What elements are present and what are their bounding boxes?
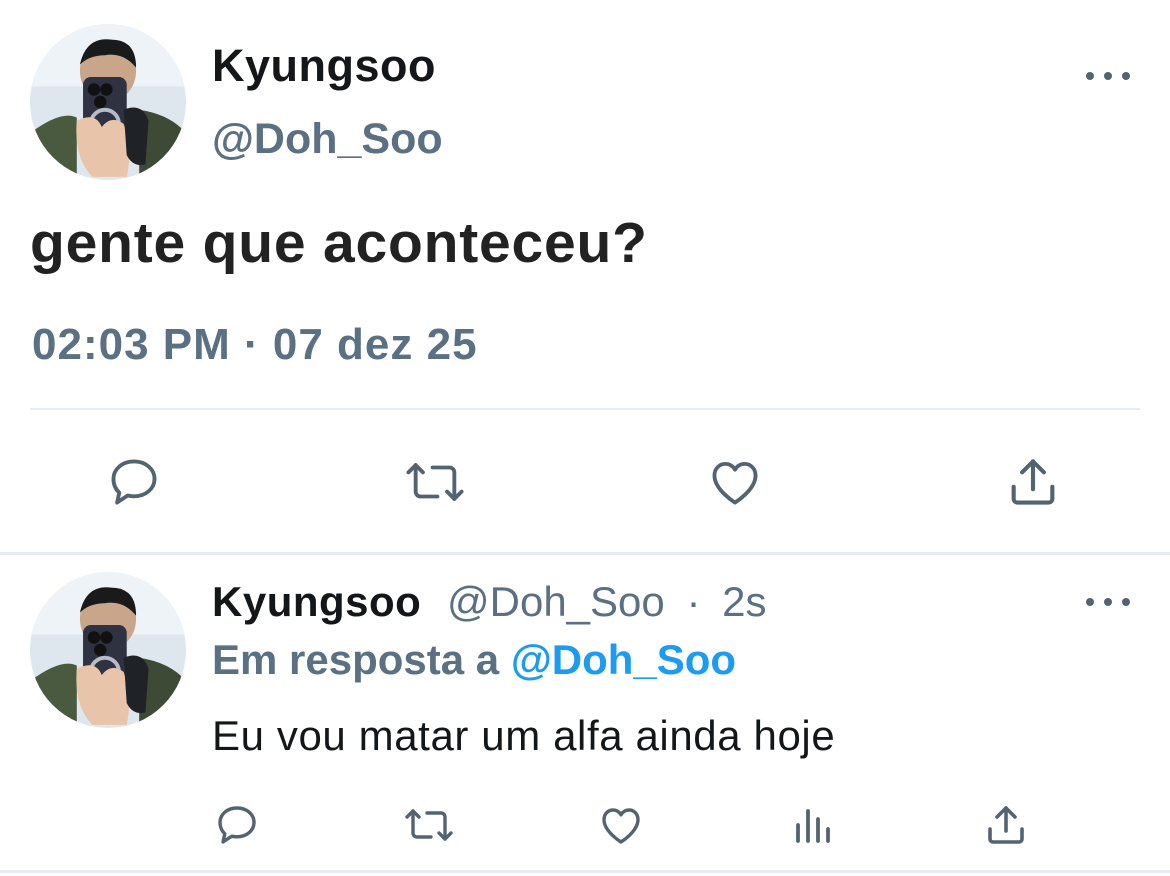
retweet-icon[interactable] (400, 800, 458, 850)
more-horizontal-icon[interactable] (1086, 66, 1130, 86)
retweet-icon[interactable] (400, 452, 470, 512)
reply-icon[interactable] (212, 800, 262, 850)
section-divider (0, 870, 1170, 873)
reply-icon[interactable] (104, 452, 164, 512)
tweet-age[interactable]: 2s (722, 578, 766, 625)
divider (30, 408, 1140, 410)
reply-mention-link[interactable]: @Doh_Soo (511, 636, 736, 683)
reply-header: Kyungsoo @Doh_Soo · 2s (212, 578, 766, 626)
share-icon[interactable] (981, 800, 1031, 850)
like-icon[interactable] (705, 452, 765, 512)
tweet-timestamp[interactable]: 02:03 PM · 07 dez 25 (32, 320, 478, 370)
tweet-text: Eu vou matar um alfa ainda hoje (212, 712, 836, 759)
section-divider (0, 552, 1170, 555)
author-handle[interactable]: @Doh_Soo (447, 578, 665, 625)
profile-photo (30, 572, 186, 728)
more-horizontal-icon[interactable] (1086, 592, 1130, 612)
share-icon[interactable] (1003, 452, 1063, 512)
reply-context: Em resposta a @Doh_Soo (212, 636, 736, 684)
author-display-name[interactable]: Kyungsoo (212, 578, 421, 625)
avatar[interactable] (30, 24, 186, 180)
profile-photo (30, 24, 186, 180)
tweet-text: gente que aconteceu? (30, 211, 648, 275)
analytics-icon[interactable] (788, 800, 838, 850)
meta-separator: · (686, 578, 701, 625)
like-icon[interactable] (596, 800, 646, 850)
reply-prefix: Em resposta a (212, 636, 500, 683)
avatar[interactable] (30, 572, 186, 728)
author-display-name[interactable]: Kyungsoo (212, 40, 436, 92)
main-tweet: Kyungsoo @Doh_Soo gente que aconteceu? 0… (0, 0, 1170, 552)
author-handle[interactable]: @Doh_Soo (212, 115, 443, 164)
